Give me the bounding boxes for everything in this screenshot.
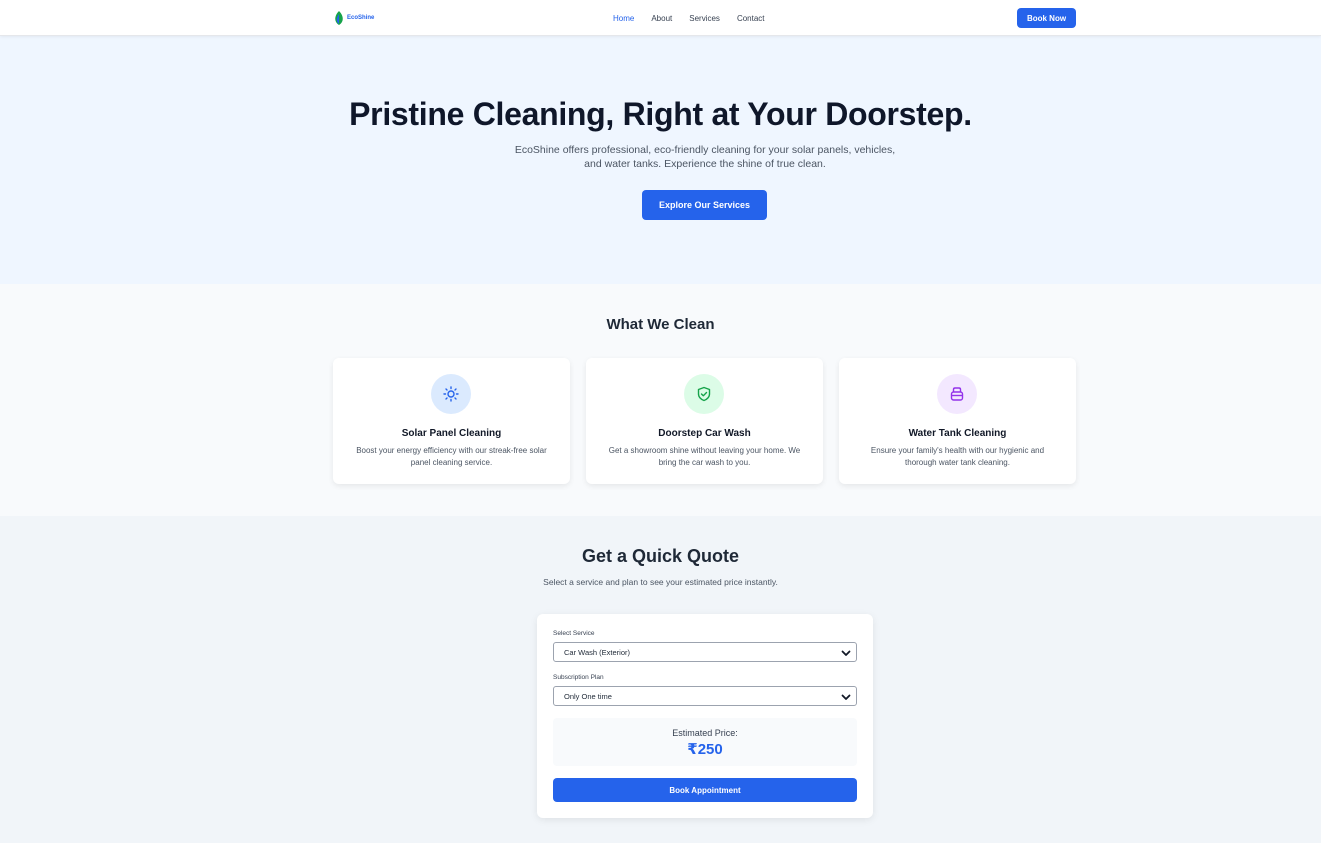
price-label: Estimated Price: xyxy=(672,728,738,738)
nav-home-link[interactable]: Home xyxy=(613,14,634,23)
card-title: Solar Panel Cleaning xyxy=(401,428,502,439)
service-select-label: Select Service xyxy=(553,630,595,637)
services-section: What We Clean Solar Panel Cleaning Boost… xyxy=(0,284,1321,516)
explore-services-button[interactable]: Explore Our Services xyxy=(642,190,767,220)
price-value: ₹250 xyxy=(687,741,723,758)
shield-check-icon xyxy=(684,374,724,414)
card-title: Doorstep Car Wash xyxy=(658,428,751,439)
book-appointment-button[interactable]: Book Appointment xyxy=(553,778,857,802)
logo[interactable]: EcoShine xyxy=(333,9,374,27)
plan-select[interactable]: Only One time xyxy=(553,686,857,706)
card-description: Boost your energy efficiency with our st… xyxy=(356,446,547,467)
main-nav: Home About Services Contact xyxy=(613,0,782,36)
quote-form: Select Service Car Wash (Exterior) Subsc… xyxy=(537,614,873,818)
quote-subtitle: Select a service and plan to see your es… xyxy=(543,577,778,587)
navbar: EcoShine Home About Services Contact Boo… xyxy=(0,0,1321,36)
service-select[interactable]: Car Wash (Exterior) xyxy=(553,642,857,662)
chevron-down-icon xyxy=(841,694,851,700)
nav-services-link[interactable]: Services xyxy=(689,14,720,23)
chevron-down-icon xyxy=(841,650,851,656)
book-now-button[interactable]: Book Now xyxy=(1017,8,1076,28)
water-tank-icon xyxy=(937,374,977,414)
service-select-value: Car Wash (Exterior) xyxy=(564,647,630,657)
quote-section: Get a Quick Quote Select a service and p… xyxy=(0,516,1321,843)
plan-select-value: Only One time xyxy=(564,691,612,701)
card-title: Water Tank Cleaning xyxy=(908,428,1007,439)
hero-section: Pristine Cleaning, Right at Your Doorste… xyxy=(0,36,1321,284)
quote-title: Get a Quick Quote xyxy=(581,546,740,566)
leaf-logo-icon xyxy=(335,11,343,25)
nav-about-link[interactable]: About xyxy=(651,14,672,23)
card-description: Ensure your family's health with our hyg… xyxy=(870,446,1045,467)
hero-subtitle: EcoShine offers professional, eco-friend… xyxy=(514,144,896,170)
plan-select-label: Subscription Plan xyxy=(553,674,604,681)
logo-text: EcoShine xyxy=(347,15,375,21)
service-card-solar[interactable]: Solar Panel Cleaning Boost your energy e… xyxy=(333,358,570,484)
service-card-water-tank[interactable]: Water Tank Cleaning Ensure your family's… xyxy=(839,358,1076,484)
hero-title: Pristine Cleaning, Right at Your Doorste… xyxy=(349,96,972,132)
service-card-car-wash[interactable]: Doorstep Car Wash Get a showroom shine w… xyxy=(586,358,823,484)
nav-contact-link[interactable]: Contact xyxy=(737,14,765,23)
sun-icon xyxy=(431,374,471,414)
estimated-price-box: Estimated Price: ₹250 xyxy=(553,718,857,766)
card-description: Get a showroom shine without leaving you… xyxy=(608,446,801,467)
services-title: What We Clean xyxy=(606,316,715,333)
